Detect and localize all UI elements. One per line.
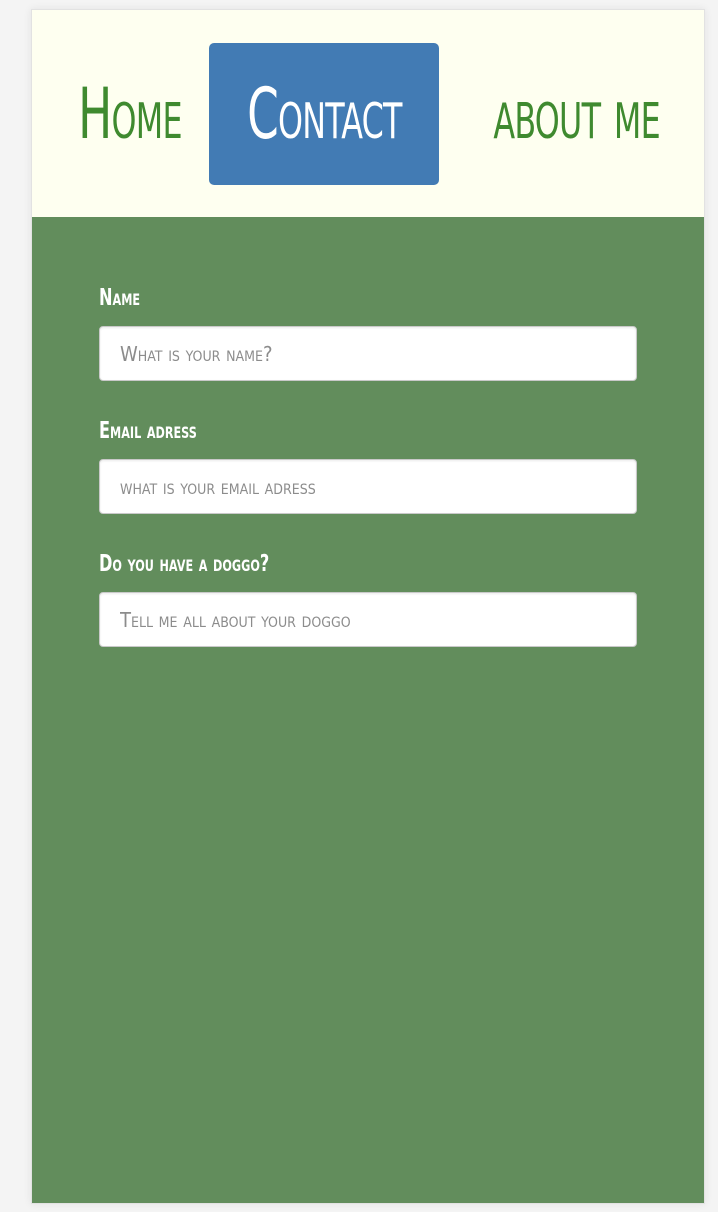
nav-link-contact-label: Contact — [246, 73, 402, 155]
nav-link-about-me[interactable]: about me — [452, 43, 702, 185]
name-input[interactable] — [99, 326, 637, 381]
nav-link-about-me-label: about me — [493, 73, 661, 155]
email-label-text: Email adress — [99, 418, 197, 444]
doggo-input[interactable] — [99, 592, 637, 647]
name-label: Name — [99, 280, 637, 316]
doggo-label: Do you have a doggo? — [99, 546, 637, 582]
email-input[interactable] — [99, 459, 637, 514]
name-label-text: Name — [99, 285, 141, 311]
browser-viewport: Home Contact about me Name Email adress … — [31, 9, 705, 1204]
doggo-label-text: Do you have a doggo? — [99, 551, 270, 577]
nav-link-contact[interactable]: Contact — [209, 43, 439, 185]
nav-link-home-label: Home — [78, 73, 182, 155]
navbar: Home Contact about me — [32, 10, 704, 217]
email-label: Email adress — [99, 413, 637, 449]
nav-link-home[interactable]: Home — [50, 43, 210, 185]
contact-form: Name Email adress Do you have a doggo? — [99, 280, 637, 679]
